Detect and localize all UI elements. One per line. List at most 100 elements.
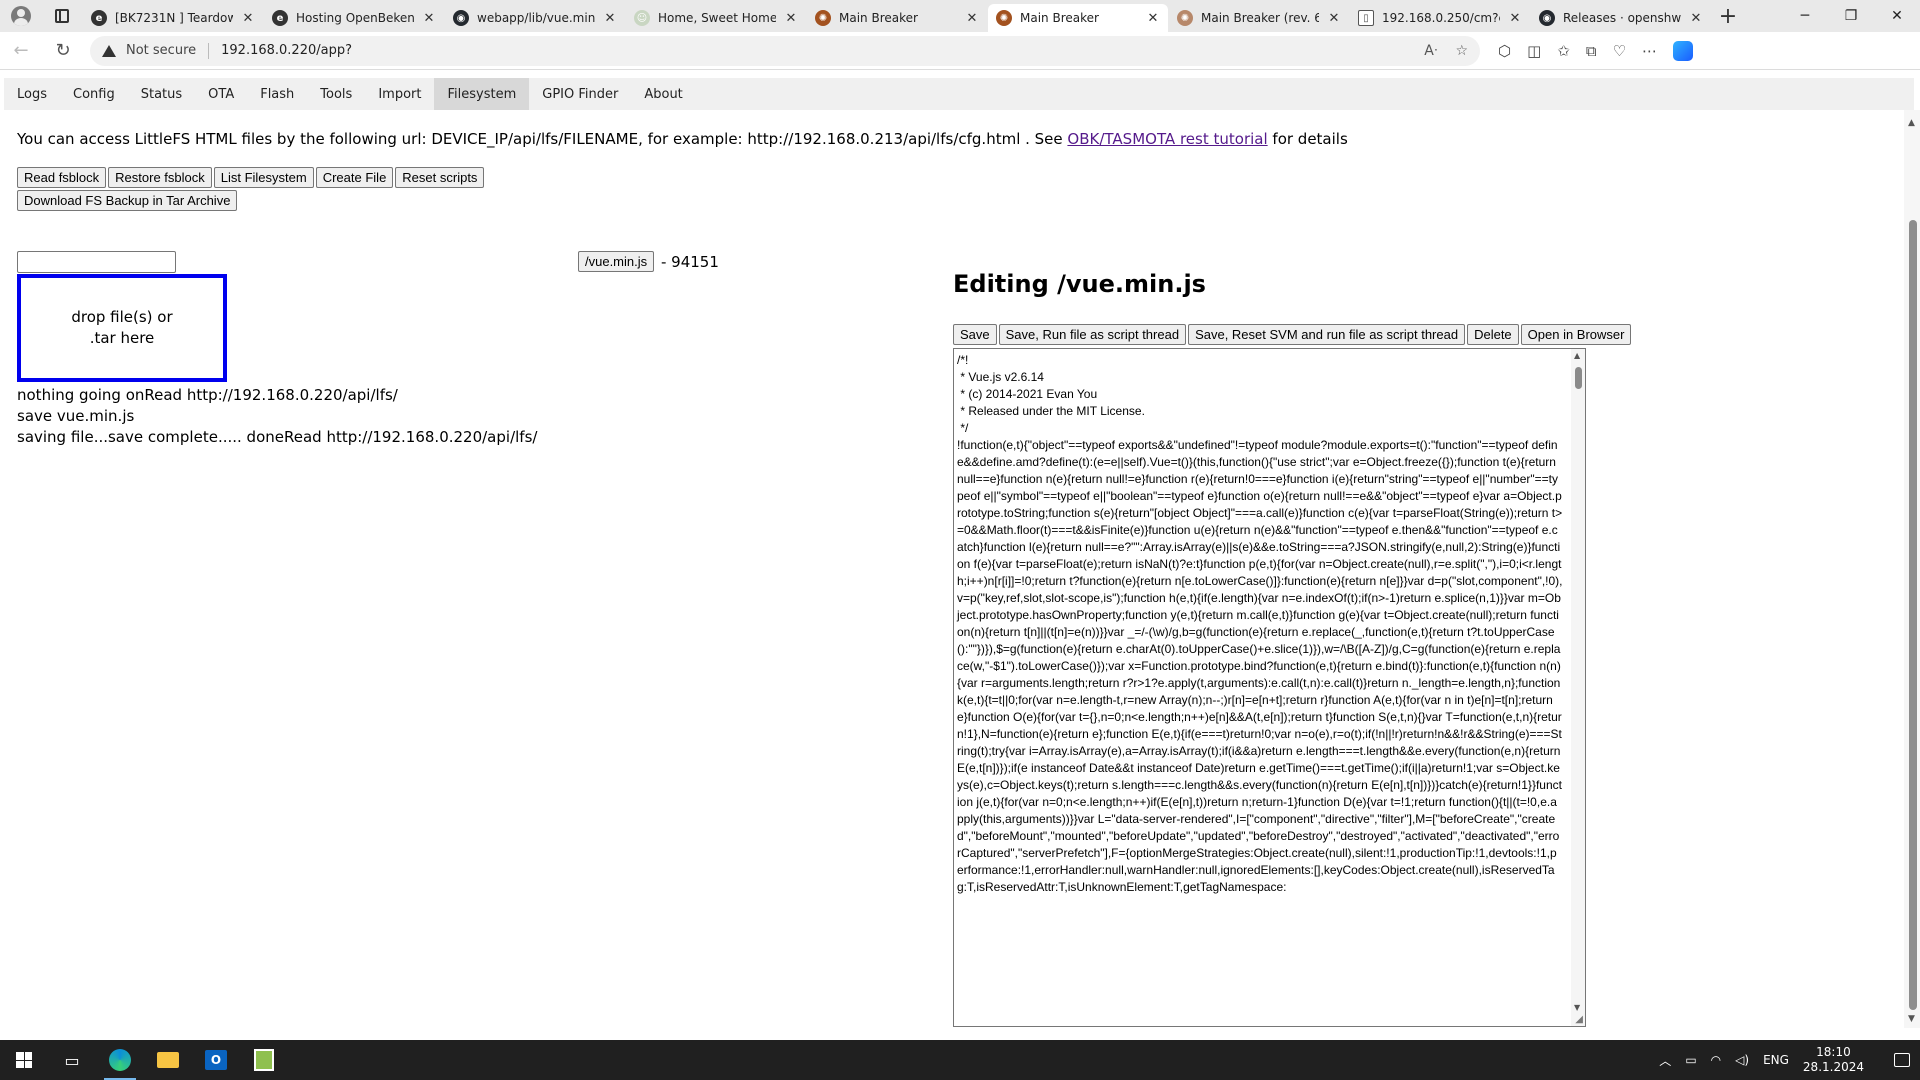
language-indicator[interactable]: ENG [1763, 1053, 1789, 1067]
resize-handle-icon[interactable]: ◢ [1575, 1014, 1583, 1025]
browser-tab[interactable]: ☺ Home, Sweet Home ✕ [626, 4, 806, 32]
taskbar-explorer[interactable] [144, 1040, 192, 1080]
browser-essentials-icon[interactable]: ♡ [1613, 42, 1626, 60]
browser-tab[interactable]: ✺ Main Breaker ✕ [807, 4, 987, 32]
filename-input[interactable] [17, 251, 176, 273]
app-tab-tools[interactable]: Tools [307, 78, 365, 110]
tab-favicon-icon: ✺ [815, 10, 831, 26]
rest-tutorial-link[interactable]: OBK/TASMOTA rest tutorial [1067, 130, 1267, 148]
page-scrollbar[interactable]: ▲ ▼ [1904, 110, 1920, 1028]
editor-scroll-thumb[interactable] [1575, 367, 1582, 389]
more-menu-icon[interactable]: ⋯ [1642, 42, 1657, 60]
profile-button[interactable] [0, 0, 42, 32]
file-entry-button[interactable]: /vue.min.js [578, 251, 655, 272]
wifi-icon[interactable]: ◠ [1711, 1053, 1721, 1067]
fs-read-fsblock-button[interactable]: Read fsblock [17, 167, 107, 188]
fs-create-file-button[interactable]: Create File [315, 167, 394, 188]
log-line: saving file...save complete..... doneRea… [17, 428, 538, 446]
tab-favicon-icon: ▯ [1358, 10, 1374, 26]
tab-close-icon[interactable]: ✕ [241, 11, 255, 26]
tab-close-icon[interactable]: ✕ [1508, 11, 1522, 26]
copilot-icon[interactable] [1673, 40, 1694, 61]
editor-save-button[interactable]: Save [953, 324, 997, 345]
browser-tab[interactable]: e [BK7231N ] Teardown ✕ [83, 4, 263, 32]
browser-tab[interactable]: ◉ webapp/lib/vue.min.js ✕ [445, 4, 625, 32]
read-aloud-icon[interactable]: Aᐧ [1424, 43, 1437, 59]
editor-open-in-browser-button[interactable]: Open in Browser [1520, 324, 1632, 345]
browser-tab[interactable]: ◉ Releases · openshwprojects ✕ [1531, 4, 1711, 32]
restore-icon[interactable]: ❐ [1828, 0, 1874, 32]
app-tab-import[interactable]: Import [365, 78, 434, 110]
tab-close-icon[interactable]: ✕ [965, 11, 979, 26]
tab-actions-button[interactable] [42, 0, 82, 32]
editor-content[interactable]: /*! * Vue.js v2.6.14 * (c) 2014-2021 Eva… [954, 349, 1585, 896]
file-drop-zone[interactable]: drop file(s) or .tar here [17, 274, 227, 382]
app-tab-flash[interactable]: Flash [247, 78, 307, 110]
editor-save-reset-svm-and-run-file-as-script-thread-button[interactable]: Save, Reset SVM and run file as script t… [1188, 324, 1466, 345]
scroll-up-icon[interactable]: ▲ [1574, 351, 1580, 360]
back-icon[interactable]: ← [0, 40, 42, 61]
url-text[interactable]: 192.168.0.220/app? [221, 43, 352, 58]
app-tab-gpio-finder[interactable]: GPIO Finder [529, 78, 631, 110]
tab-close-icon[interactable]: ✕ [603, 11, 617, 26]
fs-actions-row: Read fsblock Restore fsblock List Filesyst… [17, 167, 486, 188]
fs-restore-fsblock-button[interactable]: Restore fsblock [108, 167, 212, 188]
app-tab-config[interactable]: Config [60, 78, 128, 110]
browser-tab[interactable]: ✺ Main Breaker (rev. 6) ✕ [1169, 4, 1349, 32]
scroll-down-icon[interactable]: ▼ [1574, 1003, 1580, 1012]
collections-icon[interactable]: ⧉ [1586, 42, 1597, 60]
taskbar-edge[interactable] [96, 1040, 144, 1080]
fs-reset-scripts-button[interactable]: Reset scripts [395, 167, 485, 188]
split-screen-icon[interactable]: ◫ [1527, 42, 1541, 60]
editor-save-run-file-as-script-thread-button[interactable]: Save, Run file as script thread [998, 324, 1187, 345]
tab-close-icon[interactable]: ✕ [784, 11, 798, 26]
tab-favicon-icon: e [272, 10, 288, 26]
outlook-icon: O [205, 1050, 227, 1070]
close-icon[interactable]: ✕ [1874, 0, 1920, 32]
app-tab-logs[interactable]: Logs [4, 78, 60, 110]
extensions-icon[interactable]: ⬡ [1498, 42, 1511, 60]
fs-list-filesystem-button[interactable]: List Filesystem [213, 167, 314, 188]
address-bar[interactable]: Not secure 192.168.0.220/app? Aᐧ ☆ [90, 35, 1480, 66]
editor-actions: Save Save, Run file as script thread Save,… [953, 324, 1633, 345]
tab-close-icon[interactable]: ✕ [422, 11, 436, 26]
tab-close-icon[interactable]: ✕ [1689, 11, 1703, 26]
refresh-icon[interactable]: ↻ [42, 40, 84, 61]
new-tab-button[interactable]: + [1711, 0, 1745, 32]
battery-icon[interactable]: ▭ [1685, 1053, 1696, 1067]
app-tab-filesystem[interactable]: Filesystem [434, 78, 530, 110]
page-scroll-up-icon[interactable]: ▲ [1908, 118, 1915, 128]
filesystem-page: You can access LittleFS HTML files by th… [0, 110, 1900, 1030]
fs-download-fs-backup-in-tar-archive-button[interactable]: Download FS Backup in Tar Archive [17, 190, 238, 211]
windows-taskbar: ▭ O ︿ ▭ ◠ ◁) ENG 18:10 28.1.2024 [0, 1040, 1920, 1080]
page-scroll-down-icon[interactable]: ▼ [1908, 1014, 1915, 1024]
taskbar-notepad[interactable] [240, 1040, 288, 1080]
tab-close-icon[interactable]: ✕ [1327, 11, 1341, 26]
security-label[interactable]: Not secure [126, 43, 196, 58]
browser-tab[interactable]: ✺ Main Breaker ✕ [988, 4, 1168, 32]
editor-delete-button[interactable]: Delete [1467, 324, 1519, 345]
browser-tab-title: Main Breaker [839, 11, 918, 25]
favorites-icon[interactable]: ✩ [1557, 42, 1570, 60]
browser-tab-title: Hosting OpenBekenIO [296, 11, 414, 25]
browser-tab[interactable]: e Hosting OpenBekenIO ✕ [264, 4, 444, 32]
page-scroll-thumb[interactable] [1909, 220, 1917, 1010]
minimize-icon[interactable]: ─ [1782, 0, 1828, 32]
taskbar-outlook[interactable]: O [192, 1040, 240, 1080]
editor-scrollbar[interactable]: ▲ ▼ [1571, 349, 1585, 1026]
profile-avatar-icon [11, 6, 31, 26]
favorite-star-icon[interactable]: ☆ [1455, 43, 1468, 59]
tab-close-icon[interactable]: ✕ [1146, 11, 1160, 26]
notifications-icon[interactable] [1894, 1053, 1910, 1067]
system-tray: ︿ ▭ ◠ ◁) ENG 18:10 28.1.2024 [1659, 1045, 1920, 1075]
task-view-icon[interactable]: ▭ [48, 1040, 96, 1080]
app-tab-ota[interactable]: OTA [195, 78, 247, 110]
browser-tab[interactable]: ▯ 192.168.0.250/cm?cmnd ✕ [1350, 4, 1530, 32]
app-tab-status[interactable]: Status [128, 78, 195, 110]
app-tab-about[interactable]: About [631, 78, 695, 110]
clock[interactable]: 18:10 28.1.2024 [1803, 1045, 1864, 1075]
volume-icon[interactable]: ◁) [1735, 1053, 1749, 1067]
start-button[interactable] [0, 1052, 48, 1068]
file-editor-textarea[interactable]: /*! * Vue.js v2.6.14 * (c) 2014-2021 Eva… [953, 348, 1586, 1027]
tray-chevron-icon[interactable]: ︿ [1659, 1052, 1671, 1069]
